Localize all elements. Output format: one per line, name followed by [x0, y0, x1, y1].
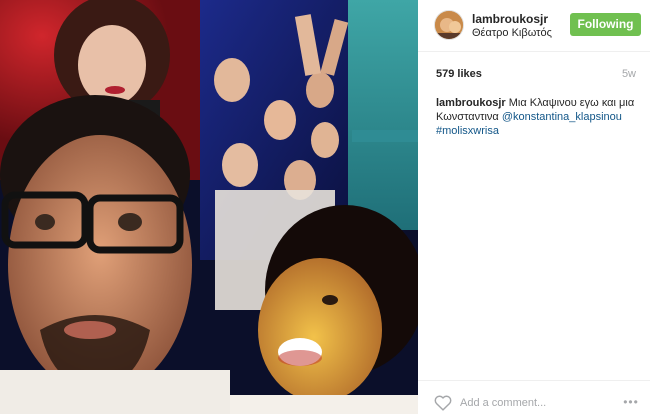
selfie-image [0, 0, 418, 414]
heart-icon[interactable] [434, 395, 452, 411]
more-options-icon[interactable]: ••• [621, 395, 641, 409]
caption-username[interactable]: lambroukosjr [436, 97, 506, 109]
add-comment-input[interactable] [460, 393, 610, 413]
post-header: lambroukosjr Θέατρο Κιβωτός Following [418, 0, 650, 52]
post-stats: 579 likes 5w [436, 68, 636, 82]
avatar[interactable] [434, 10, 464, 40]
location-link[interactable]: Θέατρο Κιβωτός [472, 27, 552, 39]
post-caption: lambroukosjr Μια Κλαψινου εγω και μια Κω… [436, 96, 644, 138]
likes-count[interactable]: 579 likes [436, 68, 482, 80]
comment-bar: ••• [418, 380, 650, 414]
following-button[interactable]: Following [570, 13, 641, 36]
post-details-panel: lambroukosjr Θέατρο Κιβωτός Following 57… [418, 0, 650, 414]
caption-mention-link[interactable]: @konstantina_klapsinou [502, 111, 622, 123]
username-link[interactable]: lambroukosjr [472, 12, 548, 26]
caption-hashtag-link[interactable]: #molisxwrisa [436, 125, 499, 137]
post-photo[interactable] [0, 0, 418, 414]
post-time[interactable]: 5w [622, 68, 636, 80]
